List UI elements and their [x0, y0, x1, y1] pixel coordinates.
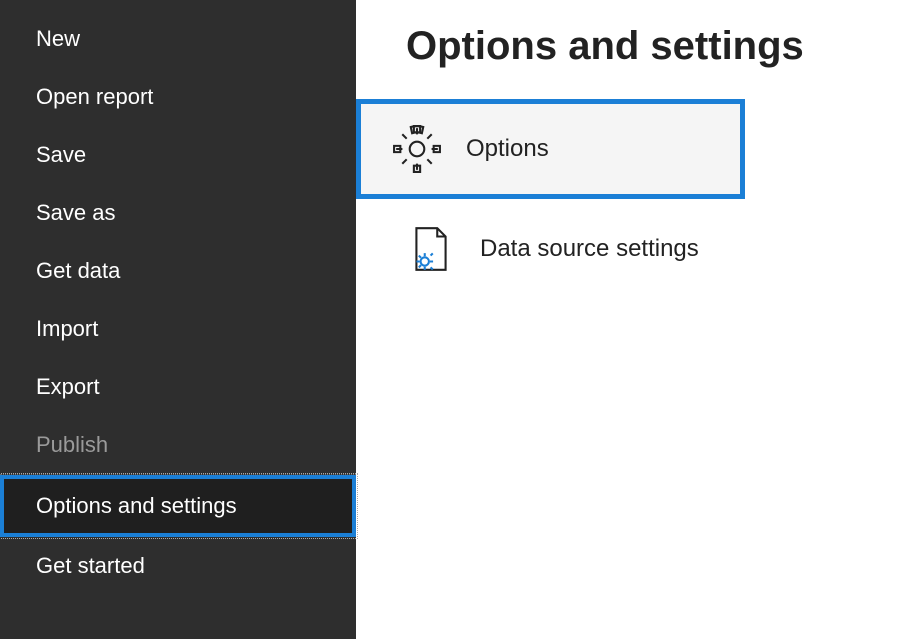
sidebar-item-get-data[interactable]: Get data [0, 242, 356, 300]
file-menu-sidebar: New Open report Save Save as Get data Im… [0, 0, 356, 639]
data-source-settings-label: Data source settings [480, 235, 699, 263]
sidebar-item-save[interactable]: Save [0, 126, 356, 184]
data-source-settings-button[interactable]: Data source settings [356, 199, 915, 299]
gear-icon [392, 124, 442, 174]
options-button[interactable]: Options [356, 99, 745, 199]
sidebar-item-get-started[interactable]: Get started [0, 537, 356, 595]
sidebar-item-save-as[interactable]: Save as [0, 184, 356, 242]
sidebar-item-label: Save [36, 142, 86, 167]
options-label: Options [466, 135, 549, 163]
sidebar-item-publish: Publish [0, 416, 356, 475]
sidebar-item-label: Open report [36, 84, 153, 109]
sidebar-item-label: Export [36, 374, 100, 399]
sidebar-item-label: Options and settings [36, 493, 237, 518]
sidebar-item-label: Import [36, 316, 98, 341]
sidebar-item-label: Publish [36, 432, 108, 457]
sidebar-item-new[interactable]: New [0, 10, 356, 68]
sidebar-item-label: Get data [36, 258, 120, 283]
sidebar-item-options-and-settings[interactable]: Options and settings [0, 475, 356, 537]
sidebar-item-open-report[interactable]: Open report [0, 68, 356, 126]
sidebar-item-label: Save as [36, 200, 116, 225]
sidebar-item-export[interactable]: Export [0, 358, 356, 416]
page-title: Options and settings [356, 0, 915, 99]
data-source-settings-icon [406, 224, 456, 274]
main-panel: Options and settings Options D [356, 0, 915, 639]
sidebar-item-label: New [36, 26, 80, 51]
sidebar-item-label: Get started [36, 553, 145, 578]
sidebar-item-import[interactable]: Import [0, 300, 356, 358]
